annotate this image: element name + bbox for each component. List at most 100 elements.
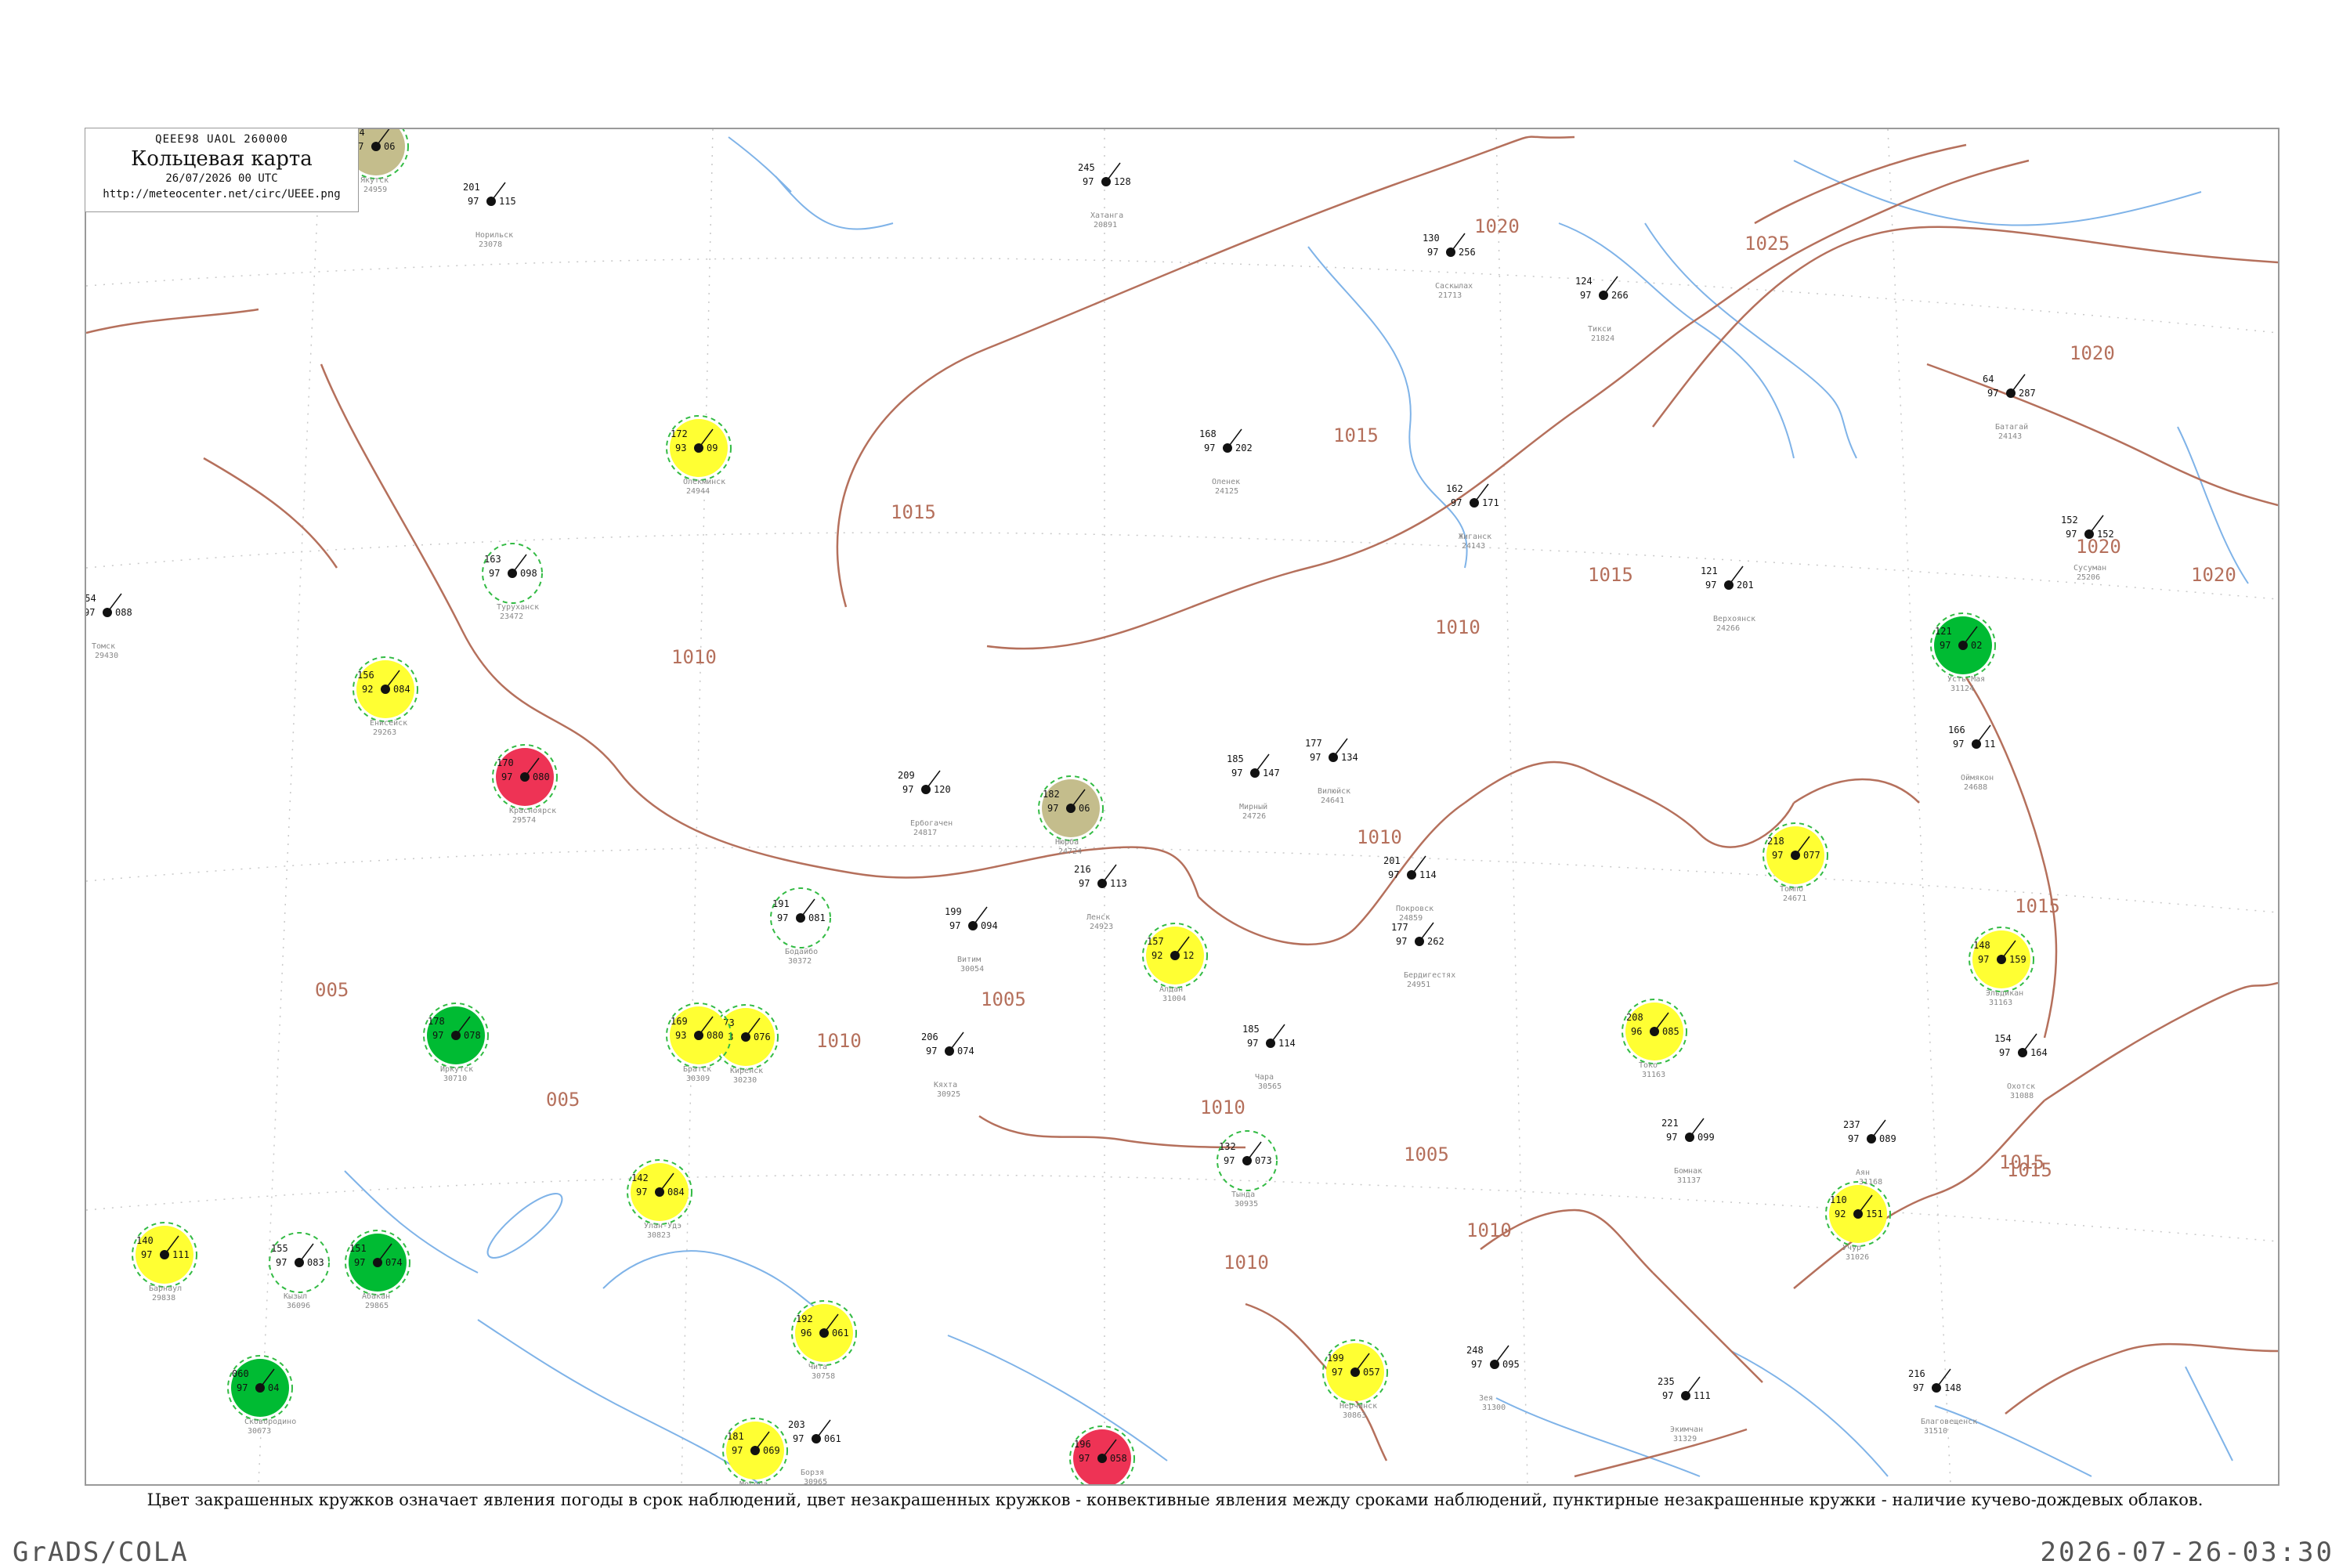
station-name: Зея <box>1479 1394 1493 1403</box>
station-marker: 18197069Могоча30758 <box>722 1418 788 1484</box>
station-name: Барнаул <box>149 1284 182 1293</box>
station-id: 31124 <box>1950 685 1974 693</box>
station-value: 97 <box>1079 1453 1090 1464</box>
station-marker: 216 97 148 Благовещенск31510 <box>1908 1368 1977 1436</box>
station-value: 97 <box>1666 1132 1677 1143</box>
station-dewpoint: 080 <box>533 771 550 782</box>
station-id: 29263 <box>373 728 396 737</box>
station-pressure: 168 <box>1199 428 1217 439</box>
station-pressure: 166 <box>1948 724 1965 735</box>
isobar-label: 1015 <box>2007 1159 2052 1181</box>
river-line <box>775 175 894 230</box>
isobar-label: 1005 <box>1404 1143 1449 1165</box>
graticule-line <box>681 129 714 1484</box>
isobar-label: 1015 <box>2015 895 2060 917</box>
station-marker: 124 97 266 Тикси21824 <box>1575 276 1629 343</box>
station-value: 97 <box>1978 954 1989 965</box>
station-marker: 060 97 04 Сковородино30673 <box>227 1355 296 1436</box>
legend-caption: Цвет закрашенных кружков означает явлени… <box>146 1490 2204 1509</box>
station-dewpoint: 088 <box>115 607 132 618</box>
station-dewpoint: 201 <box>1737 580 1754 591</box>
station-id: 30758 <box>812 1372 835 1381</box>
station-dewpoint: 151 <box>1866 1209 1883 1219</box>
station-marker: 140 97 111 Барнаул29838 <box>132 1222 197 1302</box>
station-marker: 237 97 089 Аян31168 <box>1843 1119 1896 1187</box>
station-id: 21824 <box>1591 334 1614 343</box>
station-value: 97 <box>1083 176 1094 187</box>
station-dewpoint: 02 <box>1971 640 1982 651</box>
station-marker: 182 97 06 Нюрба24724 <box>1038 775 1104 856</box>
station-name: Ленск <box>1086 913 1110 922</box>
product-code: QEEE98 UAOL 260000 <box>155 133 288 146</box>
station-dewpoint: 073 <box>1255 1155 1272 1166</box>
station-pressure: 124 <box>1575 276 1593 287</box>
station-id: 30710 <box>443 1075 467 1083</box>
station-id: 21713 <box>1438 291 1462 300</box>
station-id: 24923 <box>1090 923 1113 931</box>
station-name: Нерчинск <box>1340 1402 1377 1411</box>
isobar-line <box>1754 143 1967 225</box>
station-marker: 168 97 202 Оленек24125 <box>1199 428 1253 496</box>
station-id: 30673 <box>248 1427 271 1436</box>
station-name: Бодайбо <box>785 947 818 956</box>
station-pressure: 248 <box>1466 1345 1484 1356</box>
station-value: 97 <box>902 784 913 795</box>
station-dewpoint: 074 <box>385 1257 403 1268</box>
isobar-label: 1020 <box>2070 342 2115 364</box>
station-value: 97 <box>1310 752 1321 763</box>
station-name: Нюрба <box>1055 837 1079 847</box>
station-id: 31168 <box>1859 1178 1882 1187</box>
station-pressure: 163 <box>484 554 501 565</box>
station-pressure: 142 <box>631 1172 649 1183</box>
station-name: Кяхта <box>934 1081 957 1089</box>
station-id: 23472 <box>500 612 523 621</box>
isobar-label: 1025 <box>1744 233 1790 255</box>
map-datetime: 26/07/2026 00 UTC <box>165 172 278 185</box>
station-pressure: 64 <box>1983 374 1994 385</box>
station-pressure: 182 <box>1043 789 1060 800</box>
station-marker: 191 97 081 Бодайбо30372 <box>770 887 831 966</box>
station-dewpoint: 202 <box>1235 443 1253 453</box>
isobar-label: 1015 <box>1333 425 1379 446</box>
isobar-labels: 1025102510201020102010151015101510151015… <box>315 215 2236 1274</box>
station-name: Хатанга <box>1090 211 1123 220</box>
graticule-line <box>86 845 2278 913</box>
station-dewpoint: 159 <box>2009 954 2026 965</box>
station-name: Абакан <box>362 1292 390 1301</box>
station-id: 30935 <box>1235 1200 1258 1209</box>
station-name: Иркутск <box>440 1065 473 1074</box>
station-dewpoint: 081 <box>808 912 826 923</box>
station-name: Норильск <box>475 231 513 240</box>
station-pressure: 121 <box>1701 565 1718 576</box>
station-marker: 132 97 073 Тында30935 <box>1217 1130 1278 1209</box>
station-value: 97 <box>1705 580 1716 591</box>
station-value: 97 <box>1224 1155 1235 1166</box>
station-pressure: 192 <box>796 1313 813 1324</box>
station-id: 20891 <box>1094 221 1117 229</box>
isobar-label: 1010 <box>816 1030 862 1052</box>
station-value: 97 <box>926 1046 937 1057</box>
station-id: 24724 <box>1058 847 1082 856</box>
station-id: 31510 <box>1924 1427 1947 1436</box>
station-name: Батагай <box>1995 422 2028 432</box>
station-id: 29574 <box>512 816 536 825</box>
station-value: 97 <box>354 1257 365 1268</box>
station-pressure: 151 <box>349 1243 367 1254</box>
station-value: 97 <box>1047 803 1058 814</box>
station-value: 97 <box>1427 247 1438 258</box>
station-value: 92 <box>1835 1209 1846 1219</box>
station-marker: 177 97 262 Бердигестях24951 <box>1391 922 1455 989</box>
map-url[interactable]: http://meteocenter.net/circ/UEEE.png <box>85 188 358 201</box>
station-dewpoint: 12 <box>1183 950 1194 961</box>
station-value: 97 <box>86 607 95 618</box>
station-pressure: 156 <box>357 670 374 681</box>
river-line <box>1934 1405 2092 1477</box>
station-pressure: 170 <box>497 757 514 768</box>
station-id: 29838 <box>152 1294 175 1302</box>
station-name: Чита <box>808 1363 827 1371</box>
station-id: 31300 <box>1482 1404 1506 1412</box>
station-value: 97 <box>1953 739 1964 750</box>
station-name: Учур <box>1842 1244 1861 1252</box>
station-pressure: 177 <box>1391 922 1408 933</box>
station-id: 30863 <box>1343 1411 1366 1420</box>
